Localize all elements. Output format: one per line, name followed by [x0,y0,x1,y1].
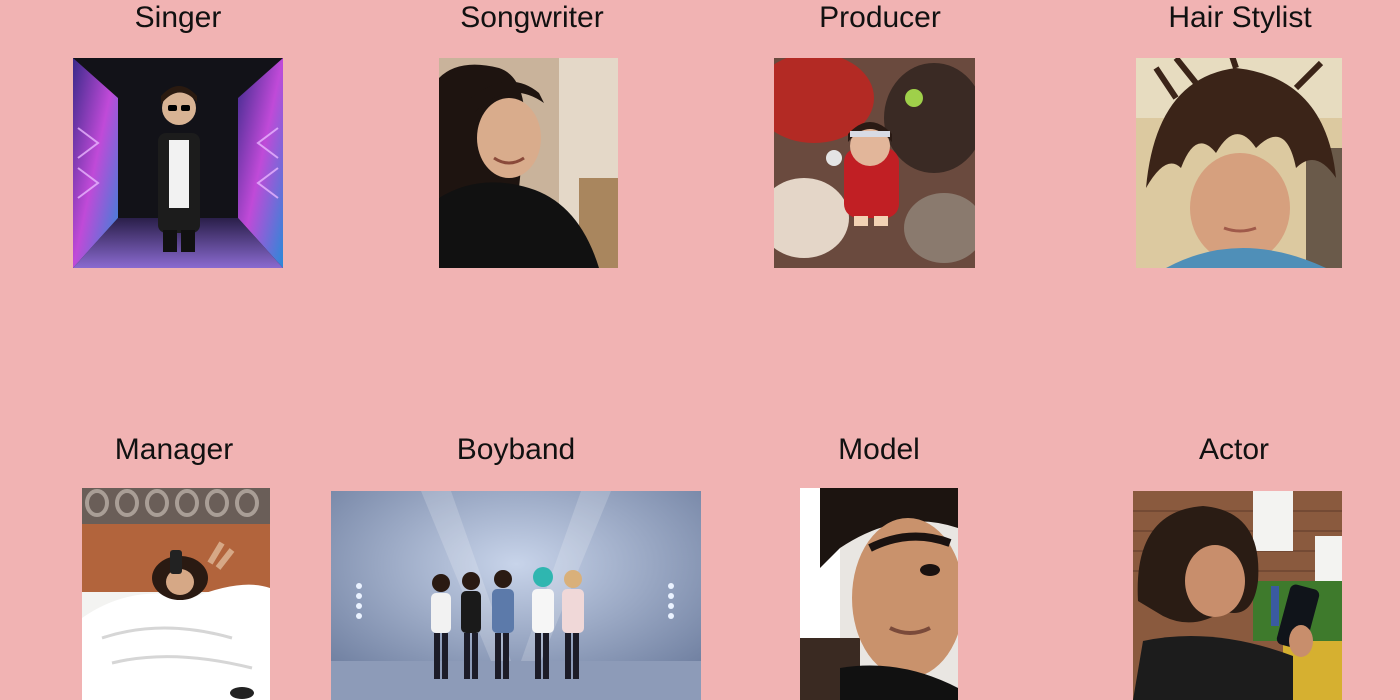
producer-photo [774,58,975,268]
boyband-photo [331,491,701,700]
singer-photo [73,58,283,268]
label-actor: Actor [1198,433,1270,466]
label-manager: Manager [114,433,234,466]
label-boyband: Boyband [456,433,576,466]
manager-photo [82,488,270,700]
label-model: Model [838,433,920,466]
model-photo [800,488,958,700]
label-songwriter: Songwriter [460,1,604,34]
label-singer: Singer [134,1,222,34]
songwriter-photo [439,58,618,268]
hair-stylist-photo [1136,58,1342,268]
actor-photo [1133,491,1342,700]
label-producer: Producer [819,1,941,34]
label-hair-stylist: Hair Stylist [1168,1,1312,34]
